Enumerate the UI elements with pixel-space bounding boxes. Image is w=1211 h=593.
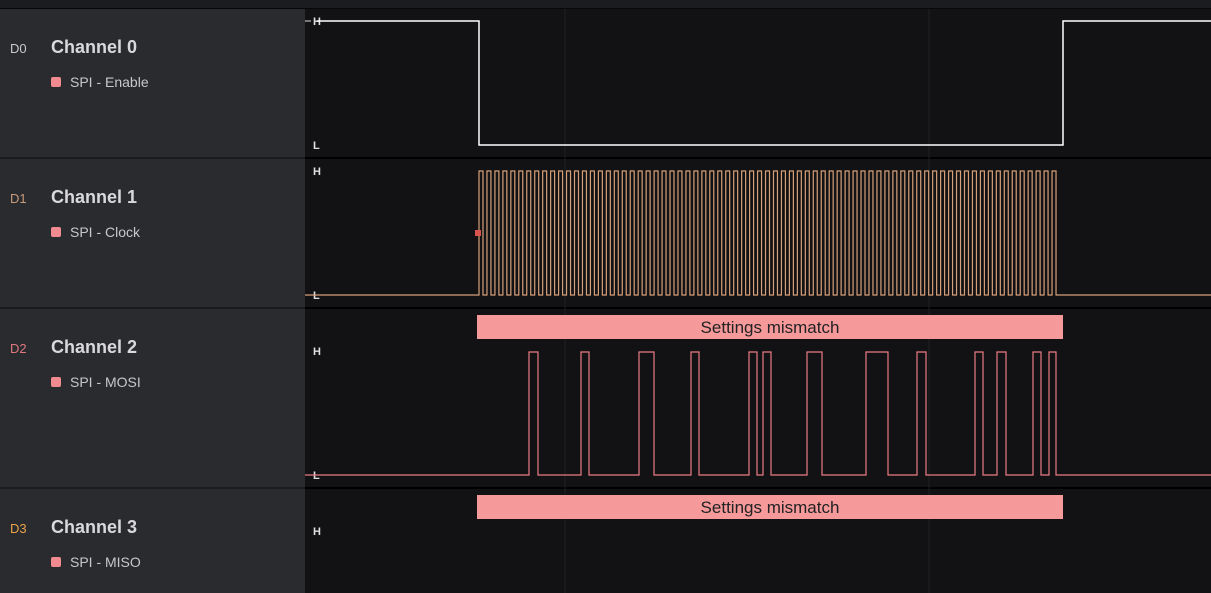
high-level-label: H bbox=[313, 526, 321, 538]
high-level-label: H bbox=[313, 16, 321, 28]
analyzer-label: SPI - MOSI bbox=[51, 374, 141, 390]
analyzer-label: SPI - Enable bbox=[51, 74, 149, 90]
channel-sidebar: D0 Channel 0 SPI - Enable D1 Channel 1 S… bbox=[0, 9, 305, 593]
channel-row-0[interactable]: D0 Channel 0 SPI - Enable bbox=[0, 9, 305, 159]
channel-id: D0 bbox=[10, 41, 27, 56]
analyzer-name: SPI - MISO bbox=[70, 554, 141, 570]
analyzer-label: SPI - MISO bbox=[51, 554, 141, 570]
analyzer-color-swatch bbox=[51, 77, 61, 87]
low-level-label: L bbox=[313, 140, 320, 152]
channel-name: Channel 1 bbox=[51, 187, 138, 207]
channel-id: D2 bbox=[10, 341, 27, 356]
mosi-annotation-text: Settings mismatch bbox=[701, 318, 840, 337]
high-level-label: H bbox=[313, 346, 321, 358]
channel-row-2[interactable]: D2 Channel 2 SPI - MOSI bbox=[0, 309, 305, 489]
analyzer-label: SPI - Clock bbox=[51, 224, 140, 240]
channel-row-1[interactable]: D1 Channel 1 SPI - Clock bbox=[0, 159, 305, 309]
miso-annotation-text: Settings mismatch bbox=[701, 498, 840, 517]
high-level-label: H bbox=[313, 166, 321, 178]
channel-row-3[interactable]: D3 Channel 3 SPI - MISO bbox=[0, 489, 305, 593]
channel-id: D1 bbox=[10, 191, 27, 206]
channel-name: Channel 3 bbox=[51, 517, 138, 537]
waveform-view[interactable]: H L H L H L H Settings mismatch Settings… bbox=[305, 9, 1211, 593]
timeline-header bbox=[0, 0, 1211, 9]
channel-id: D3 bbox=[10, 521, 27, 536]
channel-name: Channel 0 bbox=[51, 37, 138, 57]
low-level-label: L bbox=[313, 470, 320, 482]
analyzer-name: SPI - MOSI bbox=[70, 374, 141, 390]
trigger-marker[interactable] bbox=[475, 230, 481, 236]
channel-name: Channel 2 bbox=[51, 337, 138, 357]
analyzer-color-swatch bbox=[51, 227, 61, 237]
analyzer-color-swatch bbox=[51, 557, 61, 567]
low-level-label: L bbox=[313, 290, 320, 302]
analyzer-name: SPI - Enable bbox=[70, 74, 149, 90]
analyzer-name: SPI - Clock bbox=[70, 224, 141, 240]
analyzer-color-swatch bbox=[51, 377, 61, 387]
